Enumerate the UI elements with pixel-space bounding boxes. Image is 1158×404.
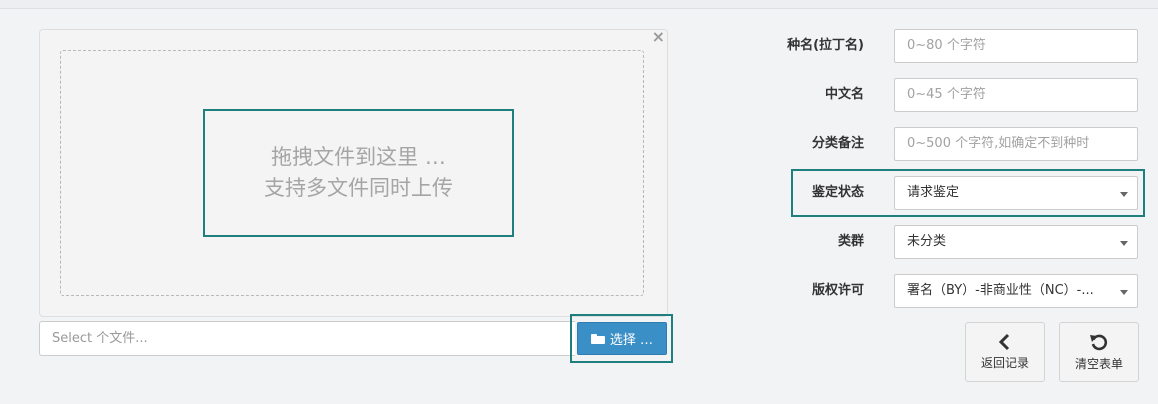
chinese-name-label: 中文名 — [824, 87, 864, 102]
taxonomy-note-row: 分类备注 0~500 个字符,如确定不到种时 — [760, 127, 1138, 161]
caret-down-icon — [1120, 192, 1128, 197]
file-name-input[interactable]: Select 个文件... — [39, 321, 575, 356]
caret-down-icon — [1120, 290, 1128, 295]
group-row: 类群 未分类 — [760, 225, 1138, 259]
top-bar — [0, 0, 1158, 9]
latin-name-label: 种名(拉丁名) — [787, 38, 864, 53]
caret-down-icon — [1120, 241, 1128, 246]
license-label: 版权许可 — [811, 283, 864, 298]
group-select[interactable]: 未分类 — [894, 225, 1138, 259]
identification-status-label: 鉴定状态 — [811, 185, 864, 200]
back-to-records-label: 返回记录 — [980, 356, 1029, 370]
license-value: 署名（BY）-非商业性（NC）-... — [907, 283, 1094, 298]
license-row: 版权许可 署名（BY）-非商业性（NC）-... — [760, 274, 1138, 308]
drop-hint-box: 拖拽文件到这里 … 支持多文件同时上传 — [203, 109, 514, 237]
drop-hint-line1: 拖拽文件到这里 … — [271, 145, 446, 169]
taxonomy-note-label: 分类备注 — [811, 136, 864, 151]
taxonomy-note-input[interactable]: 0~500 个字符,如确定不到种时 — [894, 127, 1138, 161]
browse-button[interactable]: 选择 … — [577, 322, 667, 355]
chinese-name-row: 中文名 0~45 个字符 — [760, 78, 1138, 112]
group-label: 类群 — [837, 234, 864, 249]
file-preview-panel: × 拖拽文件到这里 … 支持多文件同时上传 — [39, 27, 668, 317]
browse-button-label: 选择 … — [609, 333, 654, 348]
identification-status-select[interactable]: 请求鉴定 — [894, 176, 1138, 210]
refresh-icon — [1090, 334, 1108, 351]
chevron-left-icon — [998, 333, 1010, 351]
folder-open-icon — [590, 333, 605, 344]
drop-hint-line2: 支持多文件同时上传 — [264, 176, 453, 200]
back-to-records-button[interactable]: 返回记录 — [965, 322, 1045, 382]
identification-status-value: 请求鉴定 — [907, 185, 960, 200]
clear-form-button[interactable]: 清空表单 — [1059, 322, 1139, 382]
close-icon[interactable]: × — [652, 27, 665, 46]
drop-zone[interactable]: 拖拽文件到这里 … 支持多文件同时上传 — [60, 50, 644, 296]
latin-name-input[interactable]: 0~80 个字符 — [894, 29, 1138, 63]
chinese-name-input[interactable]: 0~45 个字符 — [894, 78, 1138, 112]
latin-name-row: 种名(拉丁名) 0~80 个字符 — [760, 29, 1138, 63]
identification-status-row: 鉴定状态 请求鉴定 — [760, 176, 1138, 210]
clear-form-label: 清空表单 — [1074, 357, 1123, 371]
license-select[interactable]: 署名（BY）-非商业性（NC）-... — [894, 274, 1138, 308]
group-value: 未分类 — [907, 234, 947, 249]
